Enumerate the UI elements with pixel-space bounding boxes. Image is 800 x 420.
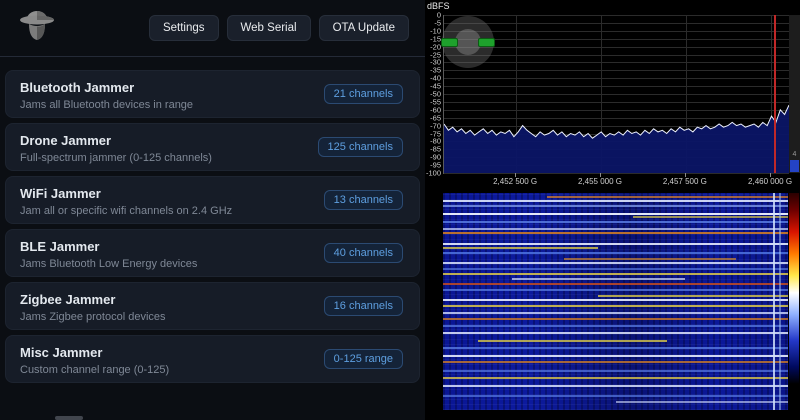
waterfall-streak — [443, 361, 788, 364]
jammer-card[interactable]: Zigbee Jammer Jams Zigbee protocol device… — [5, 282, 420, 330]
channel-badge: 0-125 range — [323, 349, 403, 369]
horizontal-scrollbar-thumb[interactable] — [55, 416, 83, 420]
waterfall-streak — [443, 283, 788, 286]
jammer-card[interactable]: Bluetooth Jammer Jams all Bluetooth devic… — [5, 70, 420, 118]
waterfall-streak — [443, 354, 788, 357]
waterfall-colorbar — [789, 193, 799, 410]
knob-indicator-right — [478, 38, 495, 47]
waterfall-signal-line — [779, 193, 782, 410]
web-serial-button[interactable]: Web Serial — [226, 15, 311, 41]
waterfall-streak — [443, 331, 788, 334]
waterfall-streak — [563, 258, 737, 261]
ota-update-button[interactable]: OTA Update — [318, 15, 409, 41]
waterfall-signal-line — [772, 193, 775, 410]
waterfall-streak — [632, 215, 788, 218]
spectrum-panel: dBFS 0 -5 -10 -15 -20 -25 -30 -35 -40 -45 -50 -55 -6… — [425, 0, 800, 420]
waterfall-streak — [443, 212, 788, 215]
channel-badge: 13 channels — [323, 190, 403, 210]
waterfall-streak — [443, 267, 788, 270]
gain-knob[interactable] — [441, 16, 495, 68]
jammer-card[interactable]: Misc Jammer Custom channel range (0-125) 0… — [5, 335, 420, 383]
x-tick-label: 2,452 500 G — [493, 177, 538, 186]
jammer-list: Bluetooth Jammer Jams all Bluetooth devic… — [0, 57, 425, 383]
waterfall-streak — [477, 339, 668, 342]
waterfall-streak — [443, 251, 788, 254]
waterfall-streak — [443, 227, 788, 230]
x-tick-label: 2,460 000 G — [748, 177, 793, 186]
frequency-marker-line — [773, 15, 776, 173]
waterfall-streak — [443, 232, 788, 235]
channel-badge: 40 channels — [323, 243, 403, 263]
waterfall-streak — [443, 199, 788, 202]
waterfall-streak — [443, 204, 788, 207]
waterfall-streak — [443, 242, 788, 245]
waterfall-streak — [512, 277, 685, 280]
control-panel: Settings Web Serial OTA Update Bluetooth… — [0, 0, 425, 420]
waterfall-streak — [443, 325, 788, 328]
gridline-h — [444, 173, 789, 174]
jammer-card[interactable]: Drone Jammer Full-spectrum jammer (0-125 … — [5, 123, 420, 171]
knob-indicator-left — [441, 38, 458, 47]
waterfall-streak — [443, 273, 788, 276]
side-strip-label: 4 — [792, 151, 797, 158]
jammer-card[interactable]: WiFi Jammer Jam all or specific wifi chan… — [5, 176, 420, 224]
settings-button[interactable]: Settings — [148, 15, 219, 41]
waterfall-streak — [443, 312, 788, 315]
waterfall-streak — [443, 385, 788, 387]
waterfall-streak — [443, 347, 788, 350]
jammer-card[interactable]: BLE Jammer Jams Bluetooth Low Energy devi… — [5, 229, 420, 277]
waterfall-streak — [443, 221, 788, 224]
waterfall-display — [443, 193, 788, 410]
channel-badge: 125 channels — [317, 137, 403, 157]
top-bar: Settings Web Serial OTA Update — [0, 0, 425, 57]
waterfall-streak — [443, 247, 599, 250]
x-tick-label: 2,455 000 G — [577, 177, 622, 186]
side-strip-thumb[interactable] — [790, 160, 799, 172]
waterfall-streak — [615, 401, 788, 404]
waterfall-streak — [443, 288, 788, 291]
waterfall-streak — [598, 295, 788, 297]
spy-logo-icon — [20, 11, 54, 40]
channel-badge: 21 channels — [323, 84, 403, 104]
waterfall-streak — [443, 299, 788, 302]
waterfall-streak — [546, 196, 788, 199]
waterfall-streak — [443, 377, 788, 380]
side-scroll-strip[interactable]: 4 — [789, 15, 800, 173]
waterfall-streak — [443, 317, 788, 320]
y-tick-label: -100 — [425, 168, 441, 178]
waterfall-streak — [443, 304, 788, 307]
x-tick-label: 2,457 500 G — [662, 177, 707, 186]
spectrum-trace — [444, 104, 789, 173]
waterfall-streak — [443, 262, 788, 265]
waterfall-streak — [443, 394, 788, 397]
channel-badge: 16 channels — [323, 296, 403, 316]
waterfall-streak — [443, 369, 788, 372]
